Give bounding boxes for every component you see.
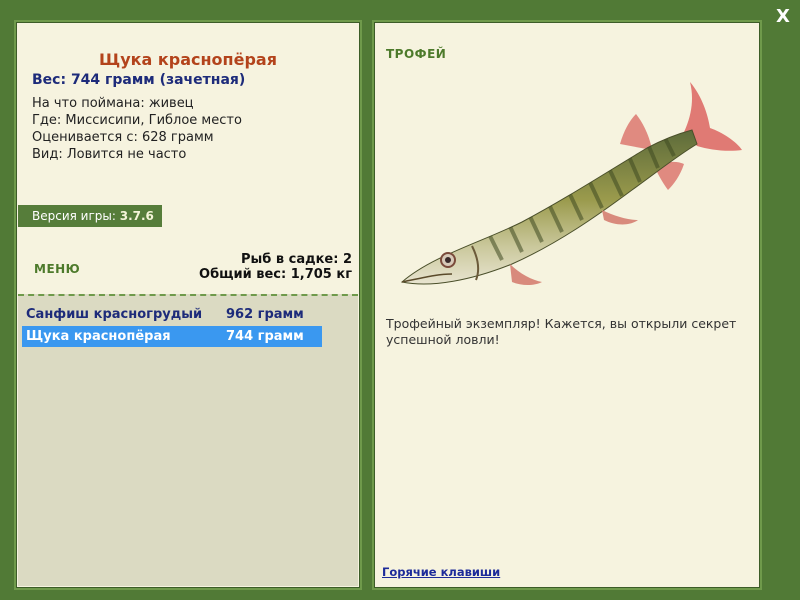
- bait-info: На что поймана: живец: [32, 96, 194, 111]
- fish-weight: Вес: 744 грамм (зачетная): [32, 72, 246, 88]
- catch-name: Санфиш красногрудый: [26, 307, 203, 322]
- rarity-info: Вид: Ловится не часто: [32, 147, 187, 162]
- pike-fish-image: [400, 82, 742, 285]
- close-icon[interactable]: X: [772, 6, 794, 28]
- hotkeys-link[interactable]: Горячие клавиши: [382, 565, 500, 579]
- fish-details: На что поймана: живец Где: Миссисипи, Ги…: [32, 95, 242, 163]
- version-badge: Версия игры: 3.7.6: [18, 205, 162, 227]
- dorsal-fin: [620, 114, 652, 150]
- list-item-selected[interactable]: Щука краснопёрая 744 грамм: [22, 326, 322, 347]
- list-item[interactable]: Санфиш красногрудый 962 грамм: [22, 304, 322, 325]
- trophy-label: ТРОФЕЙ: [386, 47, 447, 61]
- pelvic-fin: [602, 210, 638, 225]
- trophy-panel: ТРОФЕЙ Трофейный экземпляр! Кажется, вы …: [372, 20, 762, 590]
- keepnet-count: Рыб в садке: 2: [240, 252, 352, 267]
- fish-info-panel: Щука краснопёрая Вес: 744 грамм (зачетна…: [14, 20, 362, 590]
- min-weight-info: Оценивается с: 628 грамм: [32, 130, 214, 145]
- catch-name: Щука краснопёрая: [26, 329, 171, 344]
- version-number: 3.7.6: [119, 209, 154, 223]
- catch-list: Санфиш красногрудый 962 грамм Щука красн…: [18, 294, 358, 586]
- menu-button[interactable]: МЕНЮ: [34, 262, 80, 276]
- catch-weight: 744 грамм: [226, 329, 304, 344]
- location-info: Где: Миссисипи, Гиблое место: [32, 113, 242, 128]
- game-window: X Щука краснопёрая Вес: 744 грамм (зачет…: [0, 0, 800, 600]
- trophy-description: Трофейный экземпляр! Кажется, вы открыли…: [386, 316, 737, 347]
- keepnet-total-weight: Общий вес: 1,705 кг: [199, 267, 352, 282]
- keepnet-stats: Рыб в садке: 2 Общий вес: 1,705 кг: [199, 252, 352, 282]
- version-label: Версия игры:: [32, 209, 116, 223]
- catch-weight: 962 грамм: [226, 307, 304, 322]
- pectoral-fin: [510, 264, 542, 285]
- fish-name-title: Щука краснопёрая: [99, 50, 277, 69]
